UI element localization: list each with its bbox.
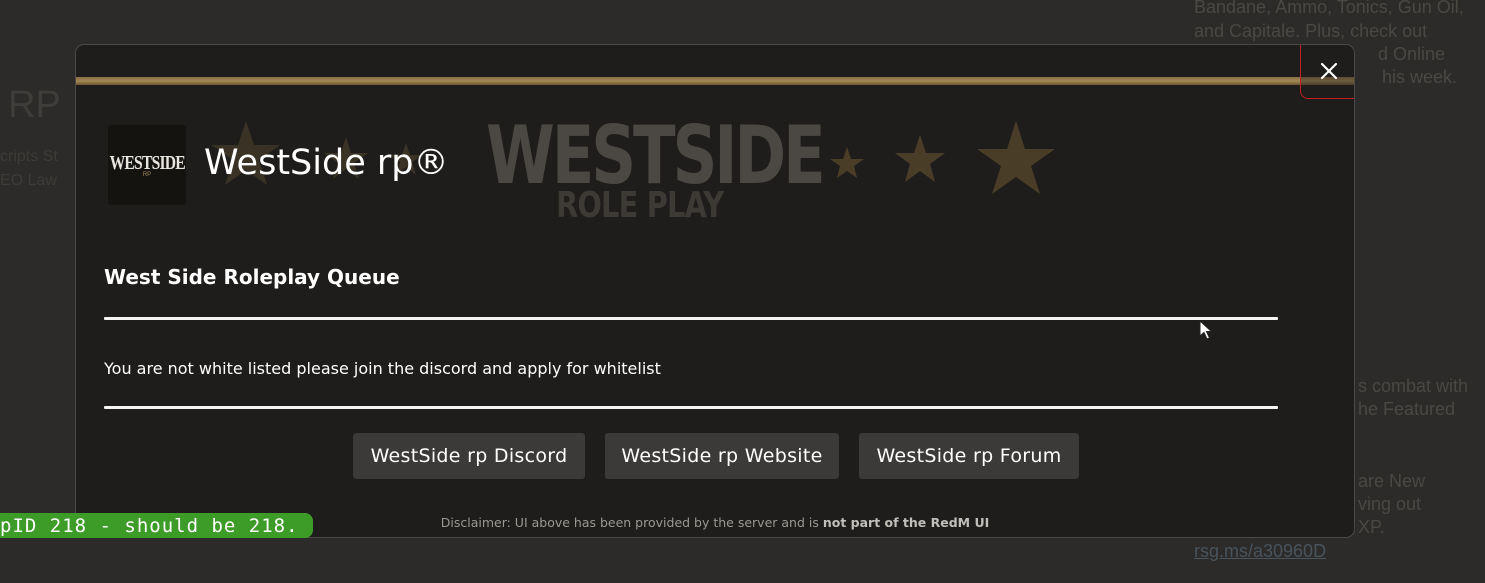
background-news-text: and Capitale. Plus, check out	[1194, 21, 1428, 41]
debug-overlay-badge: pID 218 - should be 218.	[0, 513, 313, 538]
close-icon	[1320, 62, 1337, 79]
mouse-cursor-icon	[1199, 320, 1213, 340]
background-text: EO Law	[0, 172, 57, 189]
modal-accent-bar	[76, 77, 1354, 85]
background-news-link: rsg.ms/a30960D	[1194, 541, 1327, 561]
background-news-text: he Featured	[1358, 399, 1456, 419]
server-logo-text: WESTSIDE	[109, 152, 185, 174]
forum-button[interactable]: WestSide rp Forum	[859, 433, 1079, 479]
background-news-text: Bandane, Ammo, Tonics, Gun Oil,	[1194, 0, 1464, 17]
discord-button[interactable]: WestSide rp Discord	[353, 433, 585, 479]
server-name: WestSide rp®	[204, 143, 449, 183]
background-server-title: RP	[8, 84, 61, 126]
background-news-text: are New	[1358, 471, 1426, 491]
background-news-text: s combat with	[1358, 376, 1469, 396]
queue-title: West Side Roleplay Queue	[104, 265, 400, 289]
queue-modal: WESTSIDE ROLE PLAY WESTSIDE RP WestSide …	[75, 44, 1355, 538]
server-logo: WESTSIDE RP	[108, 125, 186, 205]
link-buttons: WestSide rp Discord WestSide rp Website …	[76, 433, 1354, 479]
website-button[interactable]: WestSide rp Website	[605, 433, 839, 479]
background-news-text: ving out	[1358, 494, 1422, 514]
divider	[104, 317, 1278, 320]
disclaimer-bold-text: not part of the RedM UI	[822, 515, 990, 530]
queue-message: You are not white listed please join the…	[104, 359, 661, 378]
background-text: cripts St	[0, 148, 58, 165]
close-button[interactable]	[1300, 45, 1354, 99]
divider	[104, 406, 1278, 409]
banner-logo-subtext: ROLE PLAY	[556, 185, 724, 226]
background-news-text: XP.	[1358, 517, 1385, 537]
background-news-text: his week.	[1382, 67, 1458, 87]
background-news-text: d Online	[1378, 44, 1446, 64]
disclaimer-text: Disclaimer: UI above has been provided b…	[440, 515, 823, 530]
